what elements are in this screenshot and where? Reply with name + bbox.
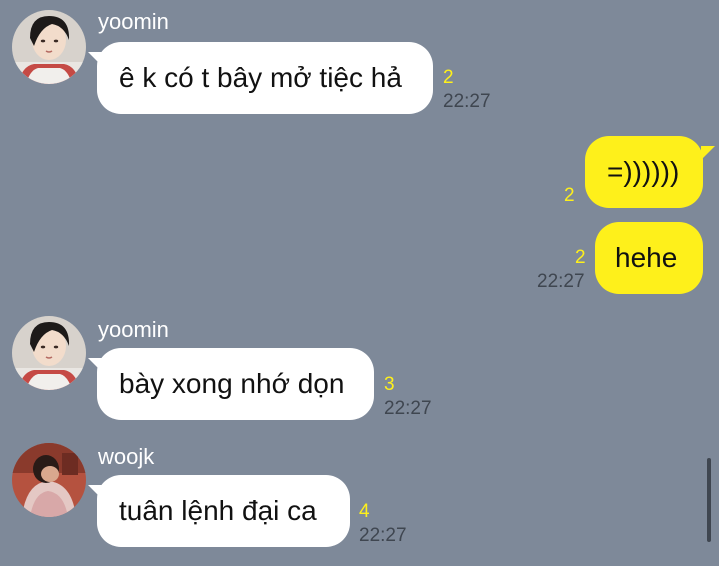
timestamp: 22:27 — [537, 271, 585, 292]
bubble-tail — [701, 146, 715, 160]
unread-count: 2 — [575, 247, 586, 268]
unread-count: 2 — [564, 185, 575, 206]
message-text: hehe — [615, 242, 678, 273]
message-text: tuân lệnh đại ca — [119, 495, 317, 526]
avatar-woojk[interactable] — [12, 443, 86, 517]
message-bubble[interactable]: =)))))) — [585, 136, 703, 208]
message-bubble[interactable]: hehe — [595, 222, 703, 294]
message-bubble[interactable]: bày xong nhớ dọn — [97, 348, 374, 420]
scrollbar[interactable] — [707, 458, 711, 542]
message-text: ê k có t bây mở tiệc hả — [119, 62, 402, 93]
message-text: =)))))) — [607, 156, 680, 187]
timestamp: 22:27 — [359, 525, 407, 546]
timestamp: 22:27 — [443, 91, 491, 112]
message-bubble[interactable]: tuân lệnh đại ca — [97, 475, 350, 547]
message-bubble[interactable]: ê k có t bây mở tiệc hả — [97, 42, 433, 114]
unread-count: 3 — [384, 374, 395, 395]
message-text: bày xong nhớ dọn — [119, 368, 345, 399]
unread-count: 2 — [443, 67, 454, 88]
timestamp: 22:27 — [384, 398, 432, 419]
sender-name: woojk — [98, 444, 155, 469]
avatar-yoomin[interactable] — [12, 316, 86, 390]
sender-name: yoomin — [98, 9, 169, 34]
unread-count: 4 — [359, 501, 370, 522]
avatar-yoomin[interactable] — [12, 10, 86, 84]
sender-name: yoomin — [98, 317, 169, 342]
